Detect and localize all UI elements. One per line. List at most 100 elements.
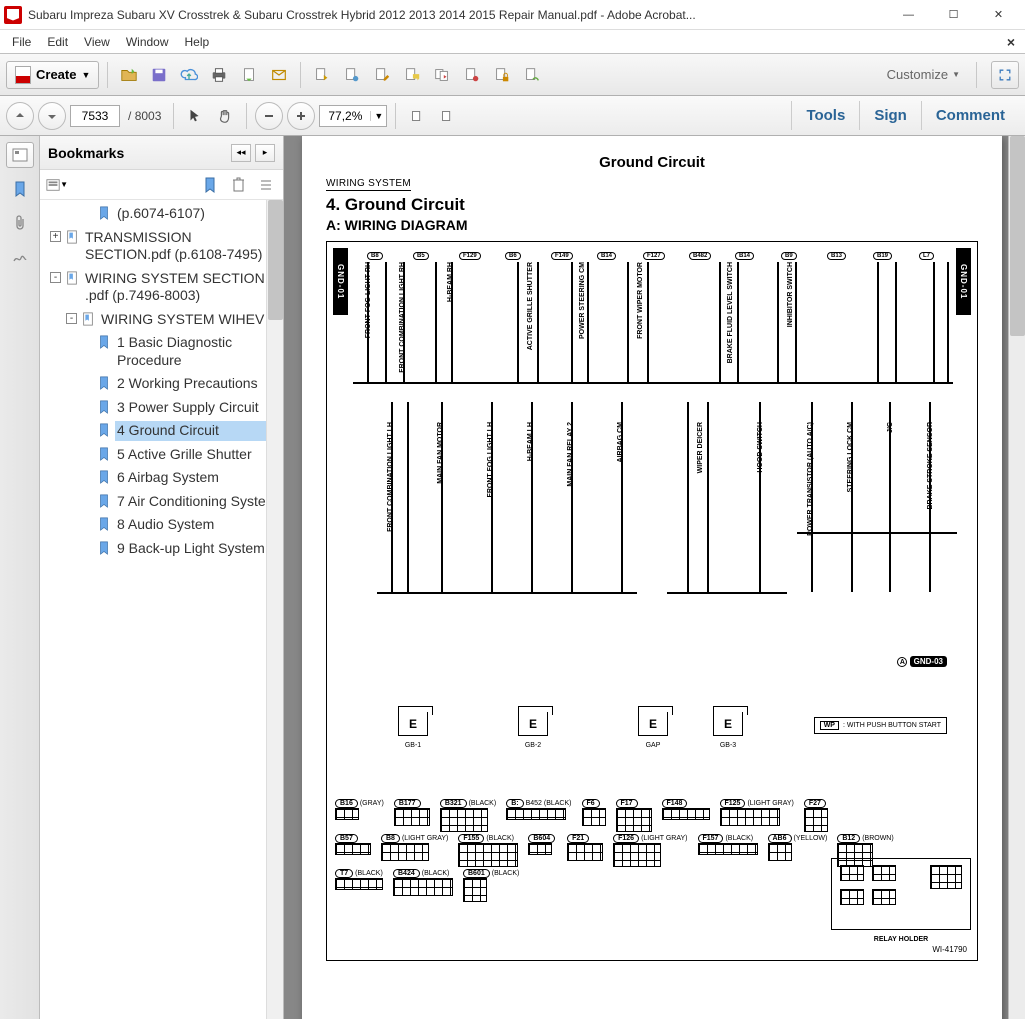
bookmark-item[interactable]: 3 Power Supply Circuit — [44, 396, 283, 420]
bookmarks-tree[interactable]: (p.6074-6107)+TRANSMISSION SECTION.pdf (… — [40, 200, 283, 1019]
connector-ref: B14 — [735, 252, 754, 260]
create-label: Create — [36, 67, 76, 82]
bookmark-item[interactable]: 8 Audio System — [44, 513, 283, 537]
menu-help[interactable]: Help — [177, 33, 218, 51]
bookmarks-title: Bookmarks — [48, 145, 227, 161]
zoom-level-combo[interactable]: ▼ — [319, 105, 387, 127]
bookmarks-rail-icon[interactable] — [6, 176, 34, 202]
scrollbar-thumb[interactable] — [1010, 136, 1025, 336]
sign-doc-icon[interactable] — [519, 62, 545, 88]
delete-bookmark-icon[interactable] — [227, 175, 249, 195]
bookmark-item[interactable]: +TRANSMISSION SECTION.pdf (p.6108-7495) — [44, 226, 283, 267]
bookmark-item[interactable]: 1 Basic Diagnostic Procedure — [44, 331, 283, 372]
edit-text-icon[interactable] — [369, 62, 395, 88]
save-cloud-icon[interactable] — [176, 62, 202, 88]
minimize-button[interactable]: — — [886, 1, 931, 29]
multimedia-icon[interactable] — [459, 62, 485, 88]
thumbnails-rail-icon[interactable] — [6, 142, 34, 168]
document-id: WI-41790 — [932, 945, 967, 954]
connector-entry: F155(BLACK) — [458, 834, 518, 867]
zoom-out-icon[interactable] — [255, 102, 283, 130]
next-page-arrow-icon[interactable] — [38, 102, 66, 130]
bookmark-item[interactable]: 7 Air Conditioning System — [44, 490, 283, 514]
bookmark-options-icon[interactable]: ▼ — [46, 175, 68, 195]
document-view[interactable]: Ground Circuit WIRING SYSTEM 4. Ground C… — [284, 136, 1025, 1019]
email-icon[interactable] — [266, 62, 292, 88]
secure-icon[interactable] — [489, 62, 515, 88]
wiring-diagram: GND-01 GND-01 FRONT FOG LIGHT RHFRONT CO… — [326, 241, 978, 961]
collapse-right-icon[interactable]: ▸ — [255, 144, 275, 162]
print-icon[interactable] — [206, 62, 232, 88]
menu-view[interactable]: View — [76, 33, 118, 51]
collapse-left-icon[interactable]: ◂◂ — [231, 144, 251, 162]
customize-toolbar-button[interactable]: Customize ▼ — [879, 63, 968, 86]
maximize-button[interactable]: ☐ — [931, 1, 976, 29]
comment-pane-button[interactable]: Comment — [921, 101, 1019, 130]
tools-pane-button[interactable]: Tools — [791, 101, 859, 130]
rotate-ccw-icon[interactable] — [404, 103, 430, 129]
expand-bookmark-icon[interactable] — [255, 175, 277, 195]
tree-toggle-icon[interactable]: - — [66, 313, 77, 324]
close-document-button[interactable]: × — [1001, 34, 1021, 50]
connector-ref: B19 — [873, 252, 892, 260]
document-scrollbar[interactable] — [1008, 136, 1025, 1019]
device-label: FRONT COMBINATION LIGHT RH — [399, 262, 406, 373]
connector-entry: F6 — [582, 799, 606, 826]
hand-tool-icon[interactable] — [212, 103, 238, 129]
bookmark-label: 5 Active Grille Shutter — [115, 445, 281, 465]
subsection-heading: A: WIRING DIAGRAM — [326, 217, 978, 233]
sign-pane-button[interactable]: Sign — [859, 101, 921, 130]
main-content: Bookmarks ◂◂ ▸ ▼ (p.6074-6107)+TRANSMISS… — [0, 136, 1025, 1019]
bookmark-item[interactable]: -WIRING SYSTEM WIHEV — [44, 308, 283, 332]
open-file-icon[interactable] — [116, 62, 142, 88]
zoom-level-input[interactable] — [320, 109, 370, 123]
connector-ref: L7 — [919, 252, 934, 260]
bookmark-label: 1 Basic Diagnostic Procedure — [115, 333, 281, 370]
attachments-rail-icon[interactable] — [6, 210, 34, 236]
zoom-in-icon[interactable] — [287, 102, 315, 130]
zoom-dropdown-icon[interactable]: ▼ — [370, 111, 386, 121]
combine-files-icon[interactable] — [429, 62, 455, 88]
connector-entry: F21 — [567, 834, 603, 861]
main-toolbar: Create ▼ Customize ▼ — [0, 54, 1025, 96]
bookmark-item[interactable]: 5 Active Grille Shutter — [44, 443, 283, 467]
bookmark-item[interactable]: 4 Ground Circuit — [44, 419, 283, 443]
bookmark-label: 2 Working Precautions — [115, 374, 281, 394]
rotate-cw-icon[interactable] — [434, 103, 460, 129]
create-form-icon[interactable] — [339, 62, 365, 88]
signatures-rail-icon[interactable] — [6, 244, 34, 270]
share-file-icon[interactable] — [236, 62, 262, 88]
menu-file[interactable]: File — [4, 33, 39, 51]
bookmark-item[interactable]: (p.6074-6107) — [44, 202, 283, 226]
save-icon[interactable] — [146, 62, 172, 88]
device-label: FRONT FOG LIGHT LH — [487, 422, 494, 497]
close-window-button[interactable]: ✕ — [976, 1, 1021, 29]
bookmarks-scrollbar[interactable] — [266, 200, 283, 1019]
bookmark-item[interactable]: 6 Airbag System — [44, 466, 283, 490]
export-pdf-icon[interactable] — [309, 62, 335, 88]
dropdown-caret-icon: ▼ — [952, 70, 960, 79]
new-bookmark-icon[interactable] — [199, 175, 221, 195]
bookmark-item[interactable]: -WIRING SYSTEM SECTION .pdf (p.7496-8003… — [44, 267, 283, 308]
tree-toggle-icon[interactable]: - — [50, 272, 61, 283]
connector-entry: F157(BLACK) — [698, 834, 758, 855]
page-number-input[interactable] — [70, 105, 120, 127]
create-pdf-button[interactable]: Create ▼ — [6, 61, 99, 89]
device-label: H-BEAM LH — [527, 422, 534, 461]
tree-toggle-icon[interactable]: + — [50, 231, 61, 242]
reading-mode-icon[interactable] — [991, 61, 1019, 89]
connector-entry: T7(BLACK) — [335, 869, 383, 890]
prev-page-arrow-icon[interactable] — [6, 102, 34, 130]
toolbar-separator — [300, 62, 301, 88]
menu-edit[interactable]: Edit — [39, 33, 76, 51]
menu-window[interactable]: Window — [118, 33, 177, 51]
dropdown-caret-icon: ▼ — [81, 70, 90, 80]
select-tool-icon[interactable] — [182, 103, 208, 129]
bookmark-label: 4 Ground Circuit — [115, 421, 281, 441]
connector-ref: B8 — [367, 252, 383, 260]
pdf-icon — [15, 66, 31, 84]
scrollbar-thumb[interactable] — [268, 200, 283, 320]
add-comment-icon[interactable] — [399, 62, 425, 88]
bookmark-item[interactable]: 2 Working Precautions — [44, 372, 283, 396]
bookmark-item[interactable]: 9 Back-up Light System — [44, 537, 283, 561]
